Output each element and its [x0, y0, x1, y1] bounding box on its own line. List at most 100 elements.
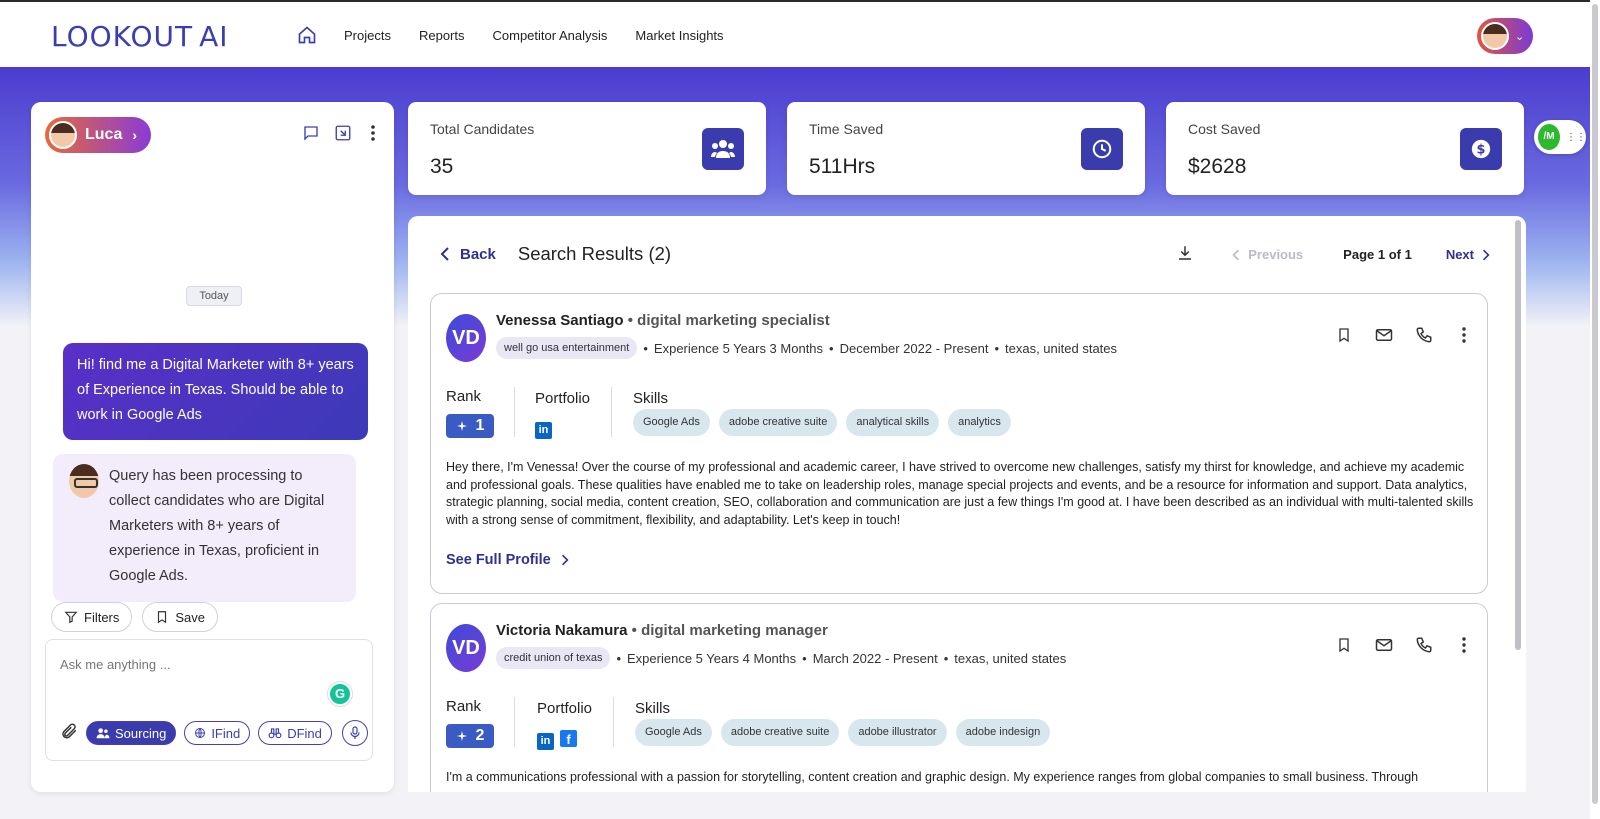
stat-value: $2628: [1188, 155, 1247, 178]
agent-name: Luca: [85, 126, 123, 143]
candidate-actions: [1335, 326, 1473, 344]
user-message: Hi! find me a Digital Marketer with 8+ y…: [63, 343, 368, 440]
linkedin-icon[interactable]: in: [535, 422, 552, 439]
candidate-name[interactable]: Venessa Santiago: [496, 312, 624, 329]
nav-competitor-analysis[interactable]: Competitor Analysis: [493, 28, 608, 43]
candidate-card: VD Venessa Santiago • digital marketing …: [430, 293, 1488, 594]
date-range: December 2022 - Present: [839, 340, 989, 356]
drag-handle-icon[interactable]: ⋮⋮: [1566, 132, 1586, 143]
skills-list: Google Ads adobe creative suite adobe il…: [635, 719, 1051, 746]
previous-button[interactable]: Previous: [1232, 247, 1303, 262]
divider: [611, 387, 612, 437]
chat-actions: Filters Save: [51, 602, 219, 632]
skills-label: Skills: [635, 700, 671, 717]
skill-chip: adobe creative suite: [720, 719, 840, 746]
bookmark-icon[interactable]: [1335, 326, 1353, 344]
mode-sourcing[interactable]: Sourcing: [86, 721, 177, 745]
users-icon: [96, 728, 110, 739]
skill-chip: adobe creative suite: [718, 409, 838, 436]
phone-icon[interactable]: [1415, 326, 1433, 344]
nav-market-insights[interactable]: Market Insights: [635, 28, 723, 43]
rank-label: Rank: [446, 388, 482, 405]
candidate-meta: credit union of texas • Experience 5 Year…: [496, 647, 1066, 669]
logo-text: LOOKOUT: [51, 20, 194, 53]
mode-dfind[interactable]: DFind: [258, 721, 332, 745]
mail-icon[interactable]: [1375, 326, 1393, 344]
more-vertical-icon[interactable]: [1455, 326, 1473, 344]
portfolio-label: Portfolio: [537, 700, 593, 717]
filters-label: Filters: [84, 609, 120, 625]
back-label: Back: [460, 245, 496, 263]
portfolio-links: in: [535, 420, 552, 439]
binoculars-icon: [268, 728, 282, 739]
page-indicator: Page 1 of 1: [1343, 247, 1412, 262]
filters-button[interactable]: Filters: [51, 602, 133, 632]
results-panel: Back Search Results (2) Previous Page 1 …: [408, 216, 1526, 792]
mode-ifind[interactable]: IFind: [184, 721, 251, 745]
paperclip-icon[interactable]: [60, 722, 78, 745]
company-chip: credit union of texas: [496, 647, 611, 669]
filter-icon: [64, 611, 78, 624]
date-range: March 2022 - Present: [812, 650, 938, 666]
agent-avatar: [49, 121, 77, 149]
page-scrollbar[interactable]: [1590, 0, 1600, 819]
candidate-bio: Hey there, I'm Venessa! Over the course …: [446, 460, 1474, 527]
stat-value: 35: [430, 155, 454, 178]
see-full-profile-link[interactable]: See Full Profile: [446, 552, 569, 568]
candidate-role: digital marketing manager: [641, 622, 828, 639]
candidate-card: VD Victoria Nakamura • digital marketing…: [430, 603, 1488, 792]
agent-selector[interactable]: Luca ›: [45, 117, 151, 153]
sparkle-icon: [456, 421, 467, 431]
bot-avatar: [69, 464, 99, 498]
save-button[interactable]: Save: [142, 602, 219, 632]
logo[interactable]: LOOKOUT AI: [51, 20, 229, 53]
stat-label: Cost Saved: [1188, 121, 1261, 137]
results-scrollbar[interactable]: [1515, 220, 1523, 790]
next-label: Next: [1445, 247, 1474, 262]
home-icon[interactable]: [296, 24, 318, 46]
more-vertical-icon[interactable]: [1455, 636, 1473, 654]
back-button[interactable]: Back: [440, 246, 496, 263]
skill-chip: adobe indesign: [955, 719, 1051, 746]
candidate-heading: Victoria Nakamura • digital marketing ma…: [496, 622, 828, 639]
facebook-icon[interactable]: f: [560, 730, 577, 747]
more-vertical-icon[interactable]: [366, 124, 380, 147]
chat-bubble-icon[interactable]: [302, 124, 320, 147]
grammarly-icon[interactable]: G: [328, 682, 352, 706]
clock-icon: [1081, 128, 1123, 170]
candidate-name[interactable]: Victoria Nakamura: [496, 622, 627, 639]
save-label: Save: [175, 609, 206, 625]
download-icon[interactable]: [1176, 244, 1194, 265]
users-icon: [702, 128, 744, 170]
chat-input[interactable]: Ask me anything ...: [60, 657, 171, 672]
candidate-bio: I'm a communications professional with a…: [446, 770, 1419, 784]
candidate-heading: Venessa Santiago • digital marketing spe…: [496, 312, 830, 329]
stat-value: 511Hrs: [809, 155, 876, 178]
chat-composer[interactable]: Ask me anything ... G Sourcing IFind DFi…: [45, 639, 373, 761]
candidate-role: digital marketing specialist: [637, 312, 830, 329]
skill-chip: adobe illustrator: [848, 719, 947, 746]
divider: [613, 697, 614, 747]
experience: Experience 5 Years 4 Months: [627, 650, 797, 666]
portfolio-label: Portfolio: [535, 390, 591, 407]
svg-text:$: $: [1477, 143, 1486, 158]
next-button[interactable]: Next: [1446, 247, 1490, 262]
phone-icon[interactable]: [1415, 636, 1433, 654]
stat-label: Time Saved: [809, 121, 884, 137]
microphone-icon[interactable]: [341, 720, 368, 746]
composer-tools: Sourcing IFind DFind: [60, 720, 368, 746]
expand-icon[interactable]: [334, 124, 352, 147]
avatar: [1481, 22, 1509, 50]
mode-dfind-label: DFind: [287, 725, 322, 741]
linkedin-icon[interactable]: in: [537, 733, 554, 750]
bookmark-icon[interactable]: [1335, 636, 1353, 654]
nav-projects[interactable]: Projects: [344, 28, 391, 43]
nav-reports[interactable]: Reports: [419, 28, 465, 43]
user-menu[interactable]: ⌄: [1477, 18, 1533, 54]
floating-widget[interactable]: /M ⋮⋮: [1534, 120, 1586, 154]
chevron-right-icon: ›: [132, 127, 138, 143]
mail-icon[interactable]: [1375, 636, 1393, 654]
rank-label: Rank: [446, 698, 482, 715]
experience: Experience 5 Years 3 Months: [653, 340, 824, 356]
company-chip: well go usa entertainment: [496, 337, 638, 359]
